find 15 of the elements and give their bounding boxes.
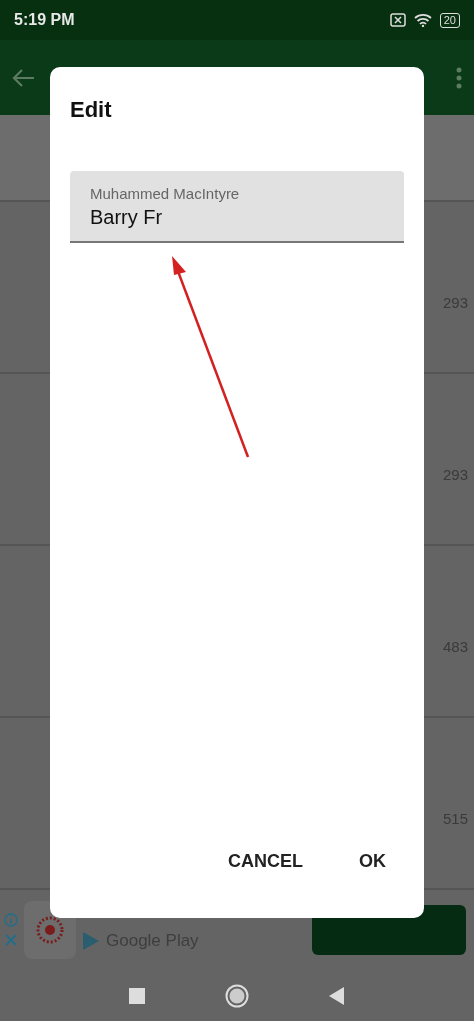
- dialog-button[interactable]: CANCEL: [220, 845, 311, 878]
- app-logo-icon: [35, 915, 65, 945]
- recents-icon[interactable]: [129, 987, 145, 1004]
- more-icon[interactable]: [456, 66, 462, 89]
- name-text-field[interactable]: Muhammed MacIntyre Barry Fr: [70, 171, 404, 243]
- battery-level: 20: [439, 12, 460, 28]
- sim-icon: [389, 13, 406, 27]
- status-time: 5:19 PM: [14, 11, 75, 29]
- dialog-button[interactable]: OK: [351, 845, 394, 878]
- back-icon[interactable]: [329, 986, 345, 1005]
- dialog-title: Edit: [70, 97, 113, 123]
- wifi-icon: [413, 13, 432, 27]
- play-store-icon: [82, 931, 100, 951]
- home-icon[interactable]: [225, 983, 249, 1008]
- back-arrow-icon[interactable]: [12, 67, 36, 88]
